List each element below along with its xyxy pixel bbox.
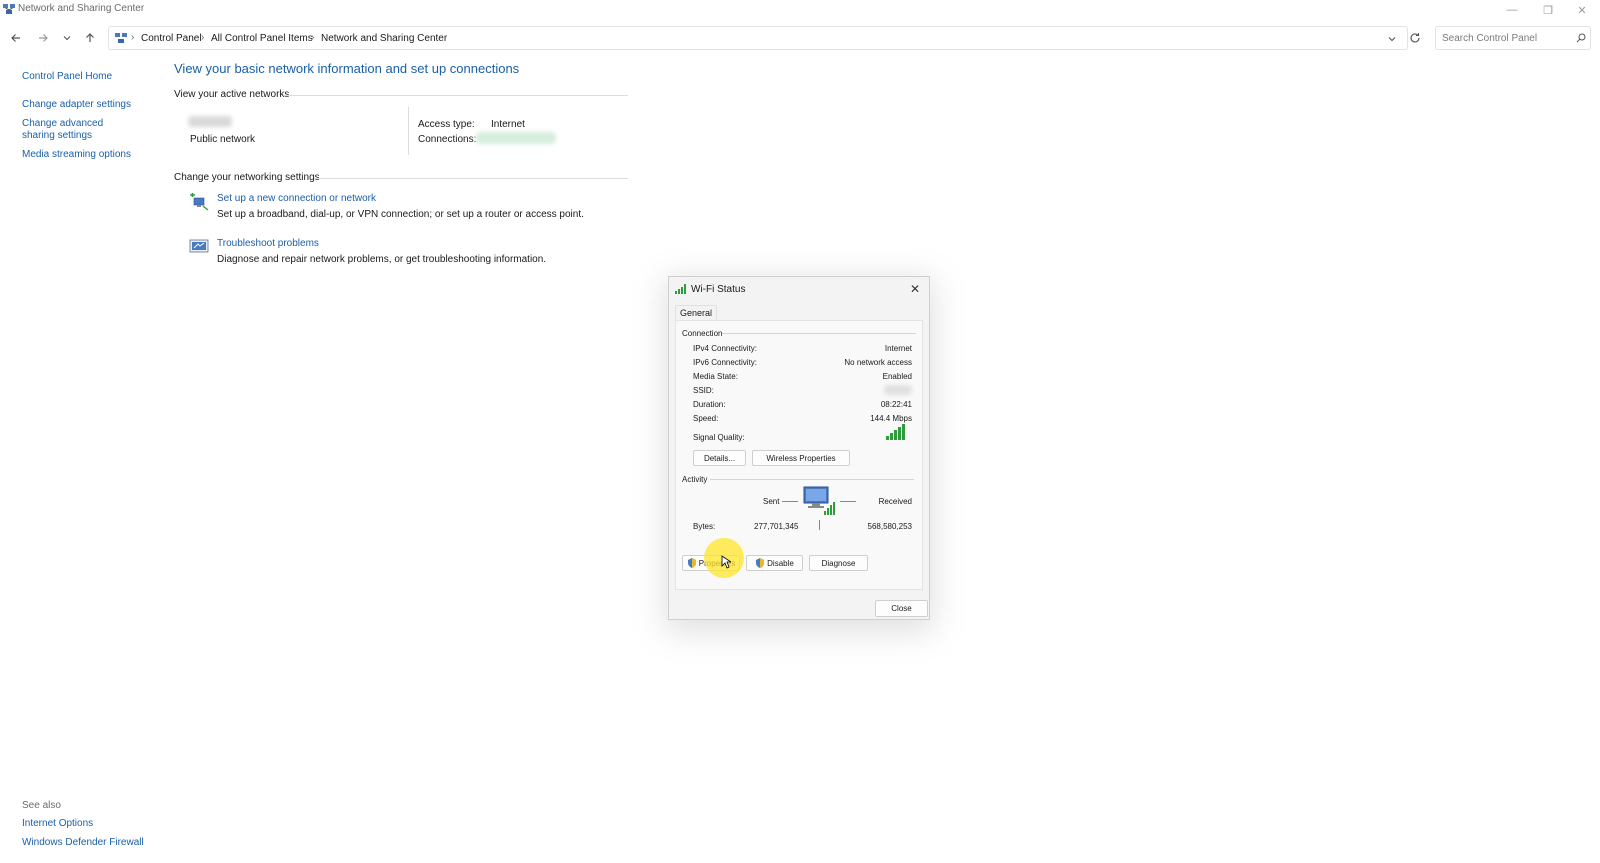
search-icon[interactable] [1576, 33, 1586, 43]
signal-quality-label: Signal Quality: [693, 433, 745, 442]
change-settings-label: Change your networking settings [174, 172, 320, 183]
duration-value: 08:22:41 [880, 400, 912, 409]
vertical-divider [408, 107, 409, 155]
troubleshoot-desc: Diagnose and repair network problems, or… [217, 254, 547, 265]
disable-button[interactable]: Disable [746, 555, 803, 571]
sidebar-item-control-panel-home[interactable]: Control Panel Home [22, 71, 112, 83]
bytes-received-value: 568,580,253 [867, 522, 913, 531]
bytes-divider [819, 520, 820, 530]
ipv6-value: No network access [844, 358, 912, 367]
ssid-label: SSID: [693, 386, 714, 395]
active-networks-label: View your active networks [174, 89, 290, 100]
ipv4-value: Internet [884, 344, 912, 353]
title-bar: Network and Sharing Center — ❐ ✕ [0, 0, 1600, 20]
up-arrow-icon[interactable] [80, 28, 100, 48]
restore-button[interactable]: ❐ [1530, 0, 1566, 20]
network-activity-icon [803, 486, 835, 515]
mouse-cursor-icon [721, 555, 731, 569]
sidebar-item-internet-options[interactable]: Internet Options [22, 818, 93, 830]
sent-label: Sent [763, 497, 780, 506]
network-type: Public network [190, 134, 256, 145]
tab-general[interactable]: General [675, 305, 718, 321]
breadcrumb-separator: › [311, 32, 315, 43]
divider [284, 95, 628, 96]
ipv6-label: IPv6 Connectivity: [693, 358, 758, 367]
bytes-sent-value: 277,701,345 [754, 522, 799, 531]
speed-label: Speed: [693, 414, 719, 423]
breadcrumb-network-center[interactable]: Network and Sharing Center [321, 33, 447, 44]
breadcrumb-all-items[interactable]: All Control Panel Items [211, 33, 313, 44]
setup-connection-link[interactable]: Set up a new connection or network [217, 193, 376, 204]
sidebar-item-advanced-sharing[interactable]: Change advanced sharing settings [22, 118, 137, 142]
address-history-chevron-icon[interactable] [1387, 34, 1397, 44]
access-type-value: Internet [491, 119, 525, 130]
page-title: View your basic network information and … [174, 61, 520, 76]
duration-label: Duration: [693, 400, 726, 409]
sidebar-item-change-adapter[interactable]: Change adapter settings [22, 99, 131, 111]
breadcrumb-control-panel[interactable]: Control Panel [141, 33, 202, 44]
troubleshoot-icon [189, 239, 209, 253]
breadcrumb-separator: › [201, 32, 205, 43]
media-state-value: Enabled [882, 372, 912, 381]
received-label: Received [878, 497, 912, 506]
troubleshoot-link[interactable]: Troubleshoot problems [217, 238, 319, 249]
navigation-bar: › Control Panel › All Control Panel Item… [0, 24, 1600, 52]
minimize-button[interactable]: — [1494, 0, 1530, 20]
connection-section-label: Connection [682, 329, 723, 338]
close-button[interactable]: Close [875, 600, 928, 617]
connection-link-redacted[interactable] [476, 132, 556, 144]
search-box[interactable] [1435, 26, 1591, 50]
network-app-icon [3, 4, 15, 14]
received-line [840, 501, 856, 502]
window-title: Network and Sharing Center [18, 3, 145, 14]
dialog-close-icon[interactable]: ✕ [907, 281, 923, 297]
forward-arrow-icon[interactable] [33, 28, 53, 48]
shield-icon [687, 558, 696, 568]
divider [722, 333, 916, 334]
refresh-icon[interactable] [1409, 32, 1421, 44]
back-arrow-icon[interactable] [6, 28, 26, 48]
divider [710, 479, 914, 480]
ssid-value-redacted [884, 385, 912, 395]
sidebar-item-media-streaming[interactable]: Media streaming options [22, 149, 131, 161]
details-button[interactable]: Details... [693, 450, 746, 466]
see-also-heading: See also [22, 800, 61, 811]
disable-button-label: Disable [767, 558, 794, 568]
connections-label: Connections: [418, 134, 477, 145]
shield-icon [756, 558, 765, 568]
address-bar[interactable]: › Control Panel › All Control Panel Item… [108, 26, 1408, 50]
close-window-button[interactable]: ✕ [1564, 0, 1600, 20]
access-type-label: Access type: [418, 119, 475, 130]
control-panel-icon [115, 33, 127, 43]
diagnose-button[interactable]: Diagnose [809, 555, 868, 571]
chevron-down-icon[interactable] [57, 28, 77, 48]
wireless-properties-button[interactable]: Wireless Properties [752, 450, 850, 466]
setup-connection-desc: Set up a broadband, dial-up, or VPN conn… [217, 209, 584, 220]
activity-section-label: Activity [682, 475, 708, 484]
breadcrumb-separator: › [131, 32, 135, 43]
network-name-redacted [188, 116, 232, 127]
speed-value: 144.4 Mbps [870, 414, 912, 423]
wifi-signal-icon [675, 284, 686, 294]
signal-quality-icon [886, 424, 905, 440]
media-state-label: Media State: [693, 372, 738, 381]
sidebar-item-defender-firewall[interactable]: Windows Defender Firewall [22, 837, 144, 849]
search-input[interactable] [1442, 30, 1562, 46]
ipv4-label: IPv4 Connectivity: [693, 344, 758, 353]
sent-line [782, 501, 798, 502]
dialog-title: Wi-Fi Status [691, 284, 746, 295]
divider [314, 178, 628, 179]
bytes-label: Bytes: [693, 522, 716, 531]
new-connection-icon [190, 193, 209, 211]
